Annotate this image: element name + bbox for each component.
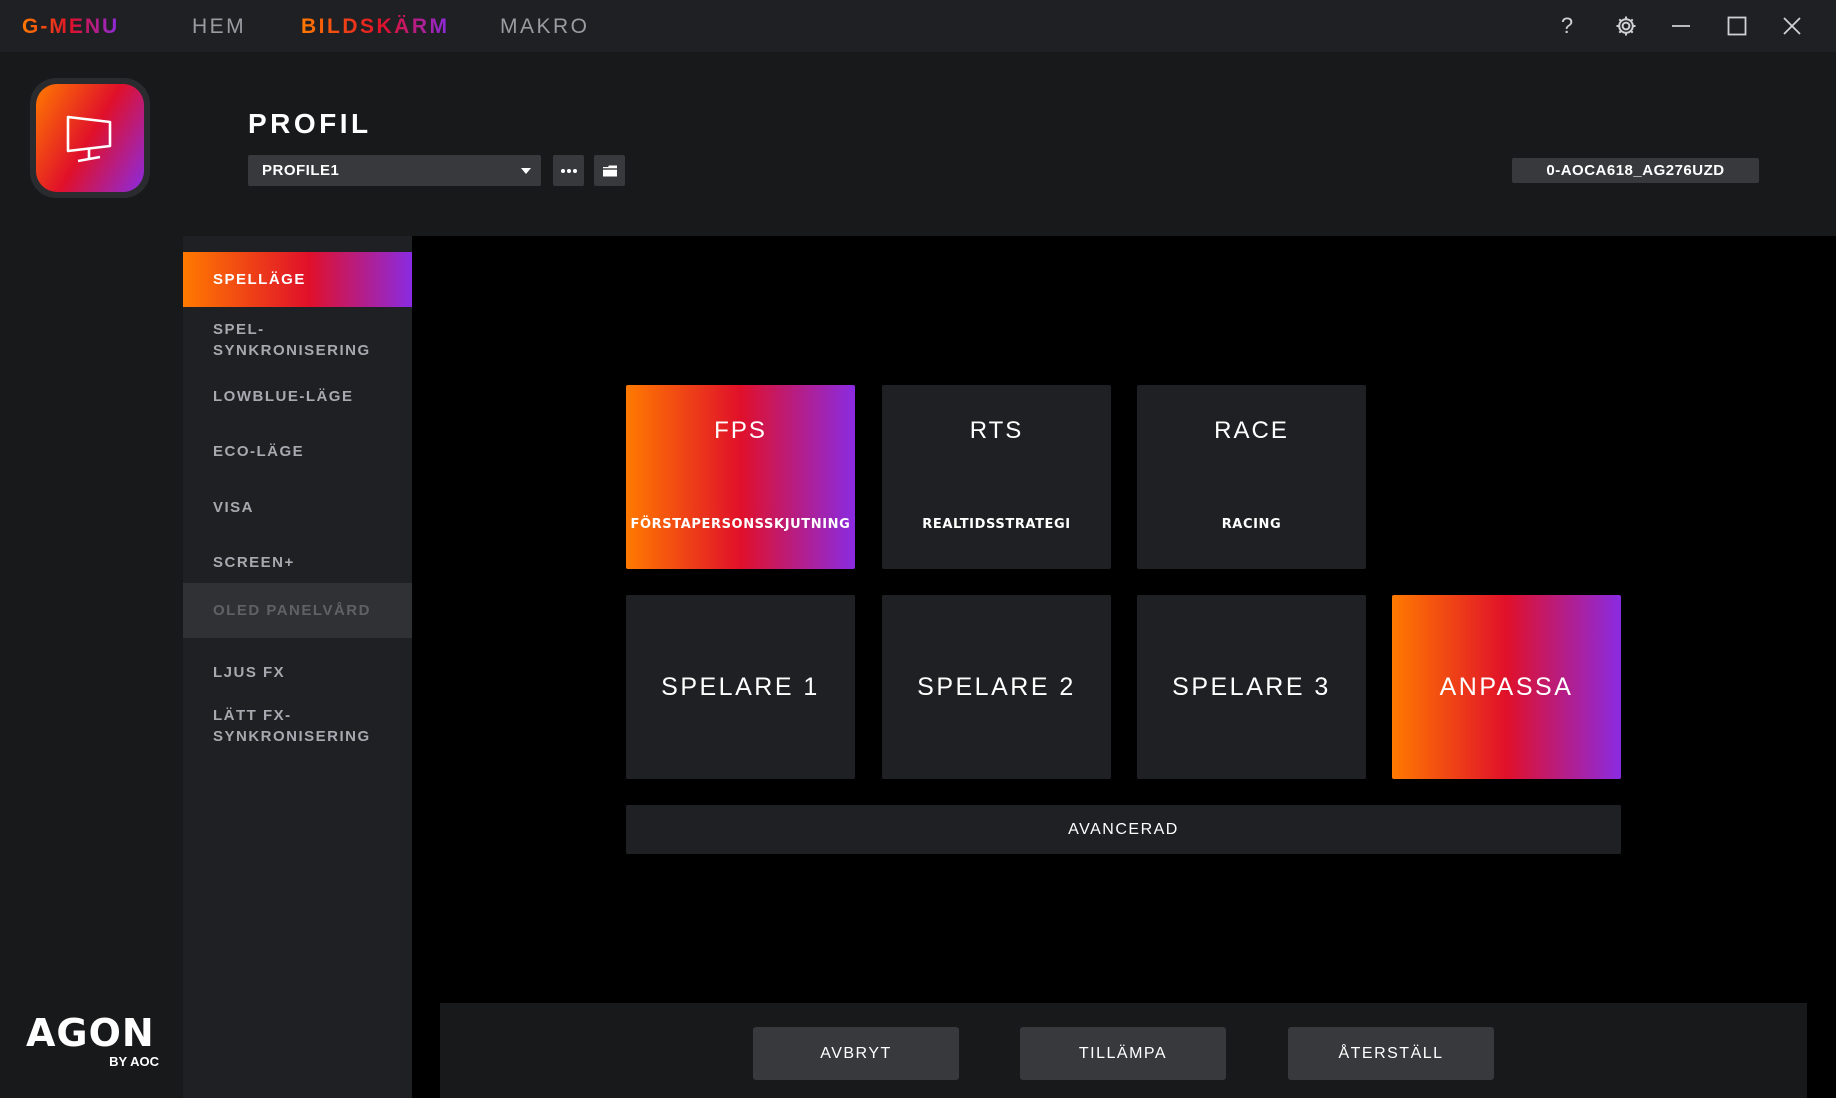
mode-tile-spelare-1[interactable]: SPELARE 1: [626, 595, 855, 779]
mode-title: RTS: [969, 417, 1024, 444]
profile-header: PROFIL PROFILE1 0-AOCA618_AG276UZD: [183, 52, 1836, 236]
menu-item-oled: OLED PANELVÅRD: [183, 583, 412, 638]
menu-item-spellage[interactable]: SPELLÄGE: [183, 252, 412, 307]
mode-tile-race[interactable]: RACE RACING: [1137, 385, 1366, 569]
menu-item-label: LJUS FX: [213, 663, 286, 681]
profile-selected-value: PROFILE1: [262, 162, 340, 179]
mode-title: ANPASSA: [1439, 673, 1574, 701]
mode-subtitle: FÖRSTAPERSONSSKJUTNING: [630, 517, 851, 532]
minimize-icon: [1672, 25, 1690, 27]
advanced-button[interactable]: AVANCERAD: [626, 805, 1621, 854]
help-icon: ?: [1560, 13, 1574, 38]
apply-button[interactable]: TILLÄMPA: [1020, 1027, 1226, 1080]
mode-title: SPELARE 2: [917, 673, 1076, 701]
app-window: G-MENU HEM BILDSKÄRM MAKRO ? AGON BY AOC…: [0, 0, 1836, 1098]
tab-makro[interactable]: MAKRO: [500, 15, 590, 39]
mode-tile-spelare-2[interactable]: SPELARE 2: [882, 595, 1111, 779]
menu-item-ljusfx[interactable]: LJUS FX: [183, 652, 412, 692]
folder-icon: [602, 165, 617, 176]
menu-item-label: ECO-LÄGE: [213, 442, 305, 460]
mode-title: SPELARE 1: [661, 673, 820, 701]
mode-tile-rts[interactable]: RTS REALTIDSSTRATEGI: [882, 385, 1111, 569]
menu-item-label: LOWBLUE-LÄGE: [213, 387, 354, 405]
mode-tile-fps[interactable]: FPS FÖRSTAPERSONSSKJUTNING: [626, 385, 855, 569]
agon-wordmark: AGON: [26, 1011, 155, 1055]
menu-item-label: LÄTT FX- SYNKRONISERING: [213, 707, 371, 745]
menu-item-label: SPELLÄGE: [213, 271, 306, 288]
left-rail: AGON BY AOC: [0, 52, 183, 1098]
mode-tile-spelare-3[interactable]: SPELARE 3: [1137, 595, 1366, 779]
ellipsis-icon: [560, 168, 577, 173]
minimize-button[interactable]: [1661, 0, 1701, 52]
tab-hem[interactable]: HEM: [192, 15, 246, 39]
chevron-down-icon: [521, 168, 531, 174]
menu-item-lattfx[interactable]: LÄTT FX- SYNKRONISERING: [183, 697, 412, 755]
mode-title: SPELARE 3: [1172, 673, 1331, 701]
mode-title: RACE: [1214, 417, 1289, 444]
by-aoc-label: BY AOC: [109, 1054, 159, 1069]
tab-bildskarm[interactable]: BILDSKÄRM: [301, 15, 450, 39]
maximize-button[interactable]: [1717, 0, 1757, 52]
menu-item-lowblue[interactable]: LOWBLUE-LÄGE: [183, 376, 412, 416]
title-bar: G-MENU HEM BILDSKÄRM MAKRO ?: [0, 0, 1836, 52]
monitor-tile[interactable]: [30, 78, 150, 198]
agon-logo: AGON BY AOC: [26, 1014, 161, 1069]
mode-tile-anpassa[interactable]: ANPASSA: [1392, 595, 1621, 779]
profile-dropdown[interactable]: PROFILE1: [248, 155, 541, 186]
mode-title: FPS: [714, 417, 767, 444]
menu-item-label: SCREEN+: [213, 553, 295, 571]
settings-button[interactable]: [1606, 0, 1646, 52]
mode-subtitle: RACING: [1221, 517, 1282, 532]
menu-item-eco[interactable]: ECO-LÄGE: [183, 431, 412, 471]
menu-item-label: VISA: [213, 498, 255, 516]
app-brand: G-MENU: [22, 15, 120, 38]
gear-icon: [1616, 16, 1636, 36]
maximize-icon: [1727, 16, 1747, 36]
close-button[interactable]: [1772, 0, 1812, 52]
profile-more-button[interactable]: [553, 155, 584, 186]
cancel-button[interactable]: AVBRYT: [753, 1027, 959, 1080]
menu-item-spelsynk[interactable]: SPEL- SYNKRONISERING: [183, 311, 412, 369]
close-icon: [1783, 17, 1801, 35]
menu-item-screenplus[interactable]: SCREEN+: [183, 542, 412, 582]
reset-button[interactable]: ÅTERSTÄLL: [1288, 1027, 1494, 1080]
mode-subtitle: REALTIDSSTRATEGI: [922, 517, 1071, 532]
help-button[interactable]: ?: [1547, 0, 1587, 52]
menu-item-visa[interactable]: VISA: [183, 487, 412, 527]
monitor-icon: [66, 115, 112, 163]
page-title: PROFIL: [248, 108, 372, 139]
menu-item-label: OLED PANELVÅRD: [213, 602, 371, 619]
device-id-badge: 0-AOCA618_AG276UZD: [1512, 158, 1759, 183]
footer-bar: AVBRYT TILLÄMPA ÅTERSTÄLL: [440, 1003, 1807, 1098]
menu-item-label: SPEL- SYNKRONISERING: [213, 321, 371, 359]
profile-folder-button[interactable]: [594, 155, 625, 186]
side-menu: SPELLÄGE SPEL- SYNKRONISERING LOWBLUE-LÄ…: [183, 236, 412, 1098]
